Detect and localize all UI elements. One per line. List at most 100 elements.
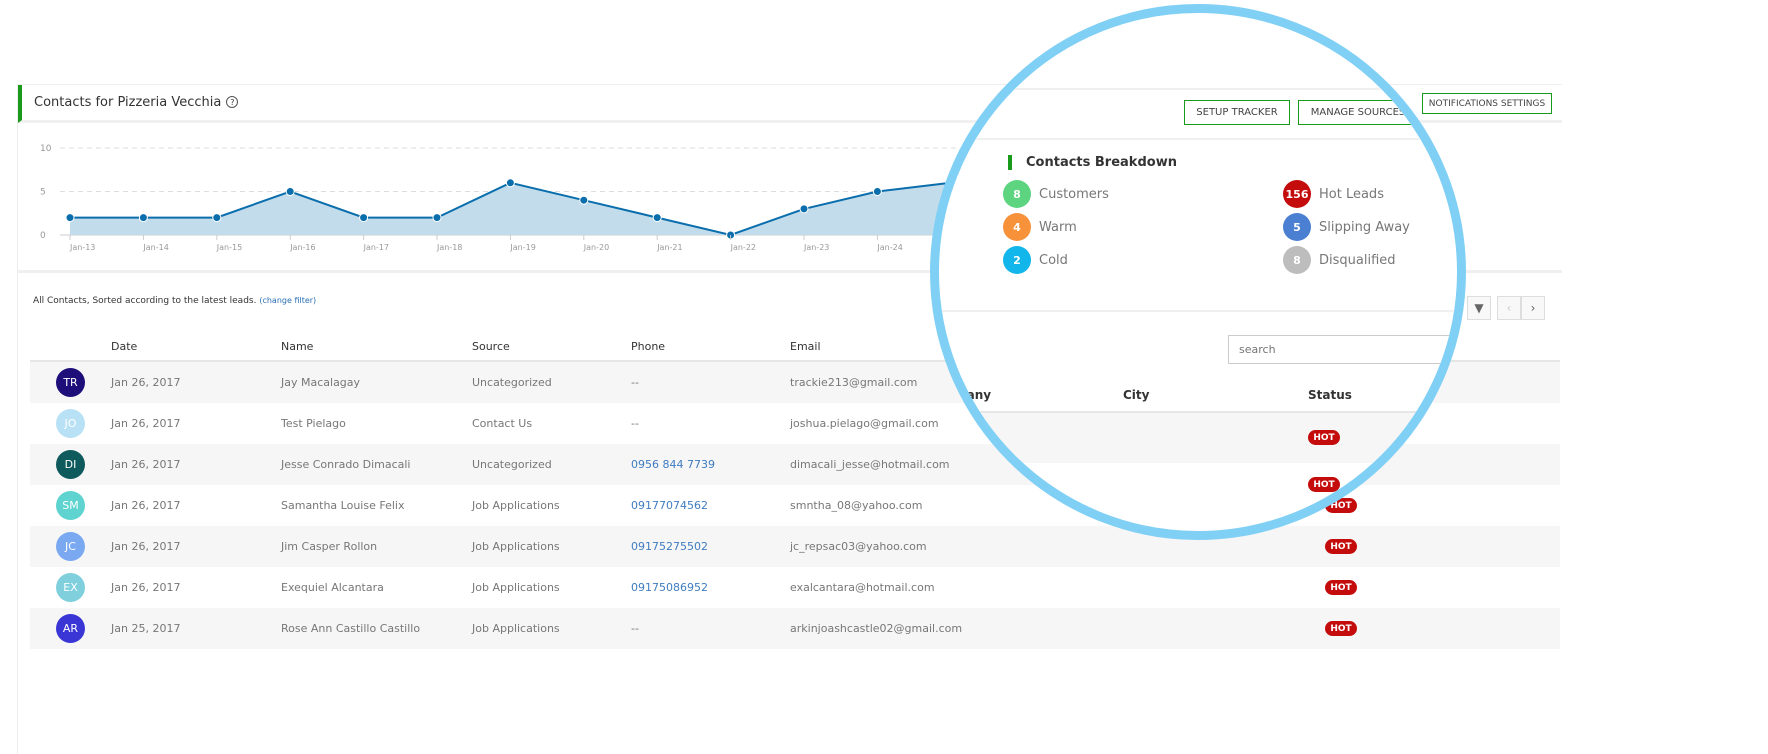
- x-tick-label: Jan-21: [656, 243, 682, 252]
- data-point: [652, 213, 662, 223]
- count-badge: 5: [1283, 213, 1311, 241]
- column-date[interactable]: Date: [111, 340, 137, 353]
- x-tick-label: Jan-14: [142, 243, 168, 252]
- cell-source: Uncategorized: [472, 376, 552, 389]
- x-tick-label: Jan-23: [803, 243, 829, 252]
- chevron-right-icon[interactable]: ›: [1521, 296, 1545, 320]
- breakdown-item[interactable]: 5 Slipping Away: [1283, 213, 1410, 241]
- magnifier-overlay: SETUP TRACKER MANAGE SOURCES Contacts Br…: [930, 4, 1466, 540]
- column-city[interactable]: City: [1123, 388, 1149, 402]
- avatar: SM: [56, 491, 85, 520]
- count-badge: 156: [1283, 180, 1311, 208]
- y-tick-label: 5: [40, 188, 46, 198]
- filter-description: All Contacts, Sorted according to the la…: [33, 296, 317, 306]
- count-badge: 4: [1003, 213, 1031, 241]
- cell-date: Jan 26, 2017: [111, 540, 181, 553]
- cell-email: joshua.pielago@gmail.com: [790, 417, 939, 430]
- x-tick-label: Jan-22: [730, 243, 756, 252]
- cell-date: Jan 26, 2017: [111, 499, 181, 512]
- cell-phone: --: [631, 376, 639, 389]
- cell-email: arkinjoashcastle02@gmail.com: [790, 622, 963, 635]
- data-point: [799, 204, 809, 214]
- cell-email: trackie213@gmail.com: [790, 376, 918, 389]
- divider: [939, 88, 1457, 90]
- change-filter-link[interactable]: (change filter): [259, 296, 316, 305]
- cell-date: Jan 25, 2017: [111, 622, 181, 635]
- contacts-chart: 0 5 10 Jan-13 Jan-14 Jan-15 Jan-16 Jan-17 Jan-18…: [40, 144, 960, 252]
- setup-tracker-button[interactable]: SETUP TRACKER: [1184, 100, 1290, 125]
- breakdown-label: Disqualified: [1319, 252, 1396, 268]
- cell-phone[interactable]: 09177074562: [631, 499, 708, 512]
- cell-email: jc_repsac03@yahoo.com: [790, 540, 927, 553]
- data-point: [505, 178, 515, 188]
- cell-name: Rose Ann Castillo Castillo: [281, 622, 421, 635]
- x-tick-label: Jan-24: [876, 243, 902, 252]
- breakdown-label: Hot Leads: [1319, 186, 1384, 202]
- data-point: [432, 213, 442, 223]
- cell-date: Jan 26, 2017: [111, 376, 181, 389]
- breakdown-item[interactable]: 8 Customers: [1003, 180, 1109, 208]
- cell-name: Test Pielago: [281, 417, 346, 430]
- avatar: JO: [56, 409, 85, 438]
- avatar: JC: [56, 532, 85, 561]
- cell-source: Uncategorized: [472, 458, 552, 471]
- filter-icon[interactable]: ▼: [1467, 296, 1491, 320]
- breakdown-item[interactable]: 4 Warm: [1003, 213, 1077, 241]
- cell-phone[interactable]: 09175275502: [631, 540, 708, 553]
- area-fill: [70, 182, 951, 235]
- cell-phone[interactable]: 09175086952: [631, 581, 708, 594]
- cell-email: smntha_08@yahoo.com: [790, 499, 923, 512]
- divider: [939, 310, 1457, 312]
- table-row: [939, 413, 1457, 463]
- table-row[interactable]: EX Jan 26, 2017 Exequiel Alcantara Job Appl…: [30, 567, 1560, 608]
- status-badge: HOT: [1308, 477, 1340, 492]
- cell-email: dimacali_jesse@hotmail.com: [790, 458, 950, 471]
- cell-phone[interactable]: 0956 844 7739: [631, 458, 715, 471]
- x-tick-label: Jan-18: [436, 243, 462, 252]
- table-row[interactable]: JC Jan 26, 2017 Jim Casper Rollon Job Appli…: [30, 526, 1560, 567]
- cell-phone: --: [631, 417, 639, 430]
- breakdown-label: Warm: [1039, 219, 1077, 235]
- avatar: TR: [56, 368, 85, 397]
- column-company[interactable]: pany: [958, 388, 991, 402]
- cell-email: exalcantara@hotmail.com: [790, 581, 935, 594]
- cell-date: Jan 26, 2017: [111, 458, 181, 471]
- x-tick-label: Jan-19: [509, 243, 535, 252]
- x-tick-label: Jan-20: [583, 243, 609, 252]
- chevron-left-icon[interactable]: ‹: [1497, 296, 1521, 320]
- status-badge: HOT: [1308, 430, 1340, 445]
- cell-date: Jan 26, 2017: [111, 581, 181, 594]
- data-point: [872, 187, 882, 196]
- breakdown-title: Contacts Breakdown: [1008, 155, 1177, 170]
- count-badge: 8: [1003, 180, 1031, 208]
- count-badge: 8: [1283, 246, 1311, 274]
- column-email[interactable]: Email: [790, 340, 821, 353]
- status-badge: HOT: [1325, 539, 1357, 554]
- x-tick-label: Jan-16: [289, 243, 315, 252]
- data-point: [138, 213, 148, 223]
- x-tick-label: Jan-15: [216, 243, 242, 252]
- cell-source: Job Applications: [472, 499, 560, 512]
- data-point: [285, 187, 295, 196]
- breakdown-item[interactable]: 156 Hot Leads: [1283, 180, 1384, 208]
- column-name[interactable]: Name: [281, 340, 313, 353]
- column-status[interactable]: Status: [1308, 388, 1352, 402]
- cell-date: Jan 26, 2017: [111, 417, 181, 430]
- data-point: [579, 195, 589, 205]
- breakdown-item[interactable]: 2 Cold: [1003, 246, 1068, 274]
- cell-name: Samantha Louise Felix: [281, 499, 405, 512]
- cell-name: Jim Casper Rollon: [281, 540, 378, 553]
- table-row[interactable]: AR Jan 25, 2017 Rose Ann Castillo Castillo…: [30, 608, 1560, 649]
- y-tick-label: 0: [40, 231, 46, 241]
- column-phone[interactable]: Phone: [631, 340, 665, 353]
- cell-source: Contact Us: [472, 417, 533, 430]
- manage-sources-button[interactable]: MANAGE SOURCES: [1298, 100, 1418, 125]
- column-source[interactable]: Source: [472, 340, 510, 353]
- avatar: AR: [56, 614, 85, 643]
- cell-name: Exequiel Alcantara: [281, 581, 384, 594]
- breakdown-item[interactable]: 8 Disqualified: [1283, 246, 1396, 274]
- cell-source: Job Applications: [472, 540, 560, 553]
- breakdown-label: Slipping Away: [1319, 219, 1410, 235]
- search-input[interactable]: [1228, 335, 1457, 364]
- divider: [939, 138, 1457, 140]
